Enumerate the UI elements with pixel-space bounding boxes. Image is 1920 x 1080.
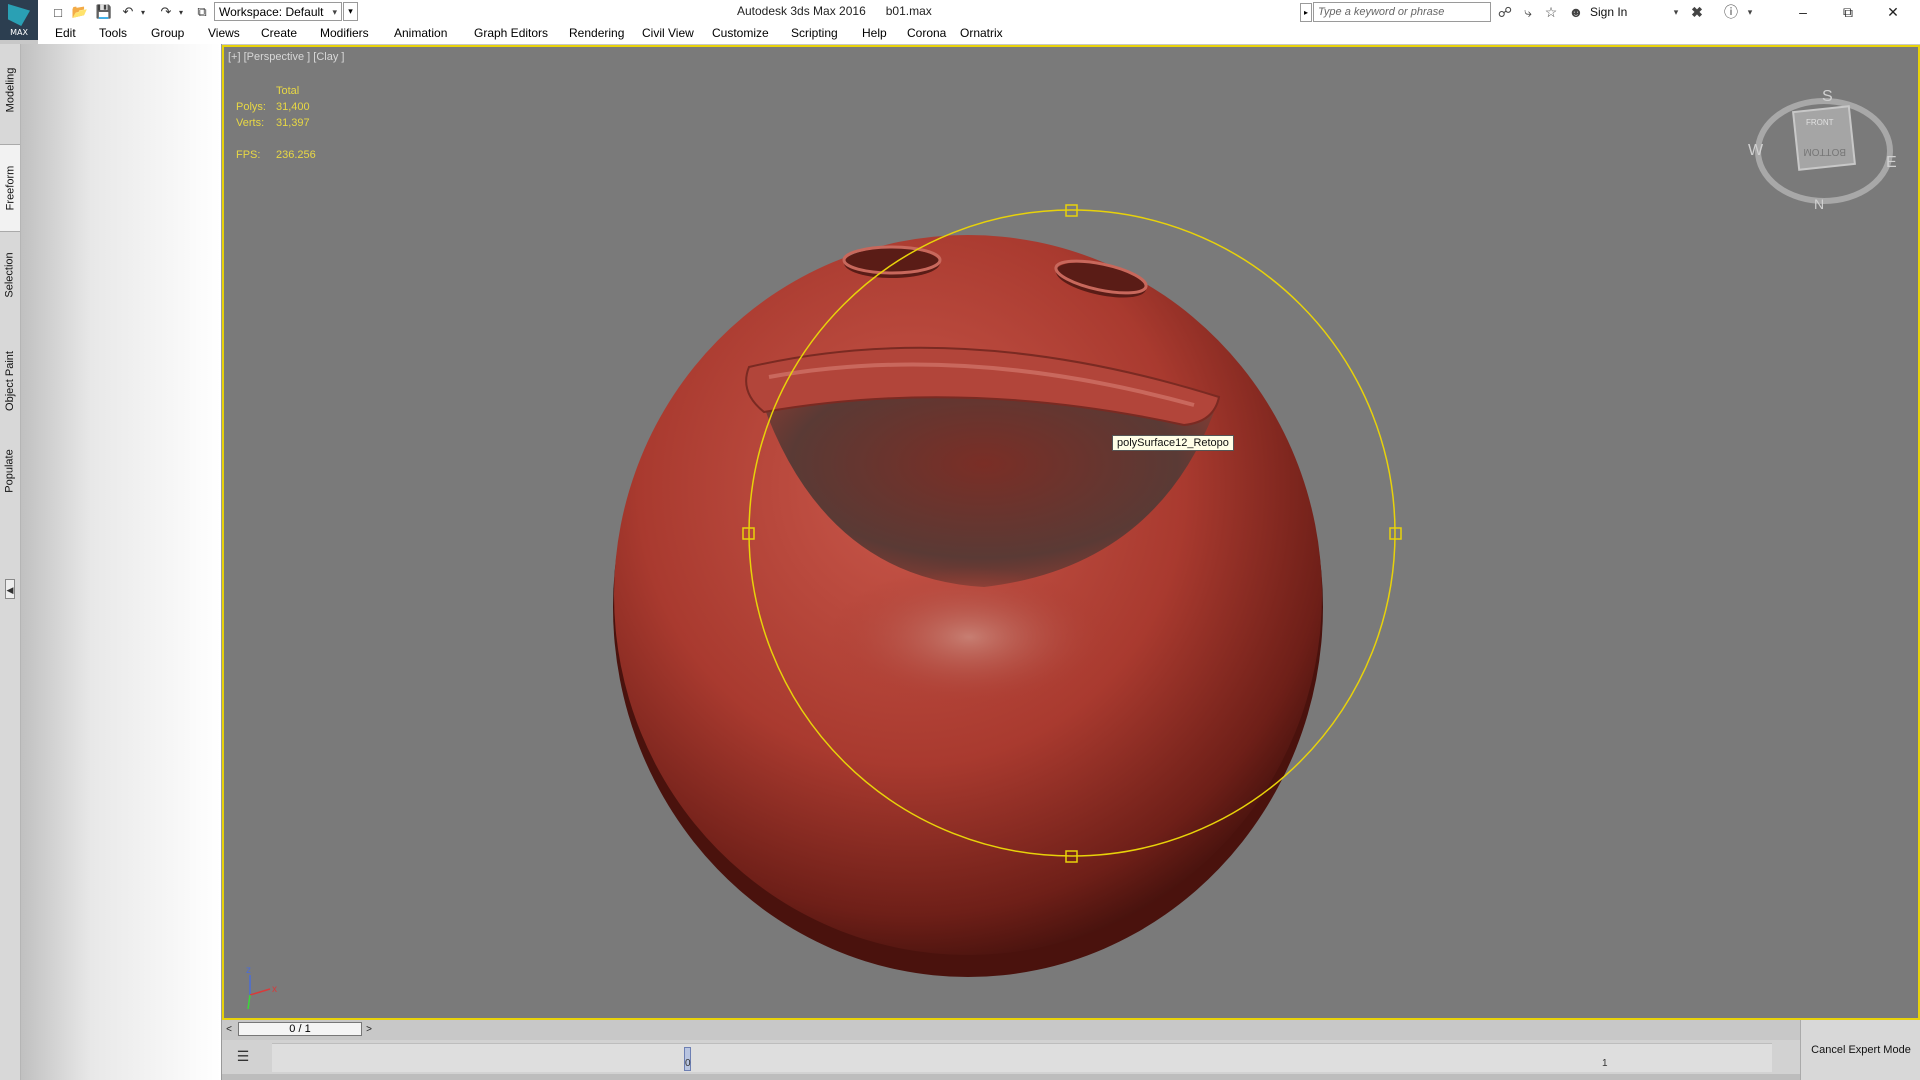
sign-in-button[interactable]: Sign In	[1590, 5, 1627, 19]
ribbon-panel	[21, 44, 222, 1080]
redo-icon[interactable]: ↷	[156, 3, 176, 21]
window-title: Autodesk 3ds Max 2016 b01.max	[737, 4, 932, 18]
quick-access-customize-icon[interactable]: ▾	[343, 2, 358, 21]
menu-customize[interactable]: Customize	[712, 26, 769, 40]
undo-dropdown-icon[interactable]: ▾	[138, 3, 148, 21]
menu-modifiers[interactable]: Modifiers	[320, 26, 369, 40]
save-file-icon[interactable]: 💾	[94, 3, 114, 21]
z-axis-label: z	[246, 965, 251, 976]
menu-graph-editors[interactable]: Graph Editors	[474, 26, 548, 40]
title-bar: MAX □ 📂 💾 ↶ ▾ ↷ ▾ ⧉ Workspace: Default ▾…	[0, 0, 1920, 40]
compass-s: S	[1822, 88, 1833, 105]
fps-value: 236.256	[276, 149, 316, 161]
fps-label: FPS:	[236, 149, 261, 161]
favorites-star-icon[interactable]: ☆	[1541, 3, 1561, 21]
track-end-label: 1	[1602, 1058, 1608, 1069]
compass-e: E	[1886, 154, 1897, 171]
menu-views[interactable]: Views	[208, 26, 240, 40]
menu-animation[interactable]: Animation	[394, 26, 447, 40]
track-area[interactable]: 0 1	[272, 1043, 1772, 1072]
time-slider-prev-button[interactable]: <	[222, 1023, 236, 1036]
tab-populate-label: Populate	[4, 449, 16, 493]
polys-value: 31,400	[276, 101, 310, 113]
y-axis-line	[247, 994, 251, 1010]
search-expand-icon[interactable]: ▸	[1300, 3, 1312, 22]
viewcube-face-front: FRONT	[1806, 118, 1834, 127]
time-slider: < 0 / 1 >	[222, 1020, 1800, 1038]
polys-label: Polys:	[236, 101, 266, 113]
exchange-apps-icon[interactable]: ✖	[1687, 3, 1707, 21]
status-strip	[222, 1074, 1800, 1080]
workspace-label: Workspace: Default	[219, 5, 324, 19]
menu-edit[interactable]: Edit	[55, 26, 76, 40]
tab-populate[interactable]: Populate	[0, 436, 20, 506]
menu-group[interactable]: Group	[151, 26, 184, 40]
tab-freeform-label: Freeform	[4, 165, 16, 211]
chevron-down-icon: ▾	[332, 7, 337, 17]
menu-corona[interactable]: Corona	[907, 26, 946, 40]
stats-header: Total	[276, 85, 300, 97]
time-slider-next-button[interactable]: >	[362, 1023, 376, 1036]
time-slider-thumb[interactable]: 0 / 1	[238, 1022, 362, 1036]
menu-ornatrix[interactable]: Ornatrix	[960, 26, 1003, 40]
new-file-icon[interactable]: □	[48, 3, 68, 21]
axis-tripod: z x	[246, 965, 277, 1010]
perspective-viewport[interactable]: FRONT BOTTOM S N W E z x [+] [Perspectiv…	[222, 45, 1920, 1020]
viewcube-box[interactable]	[1792, 105, 1856, 171]
help-icon[interactable]: ⓘ	[1721, 3, 1741, 21]
cancel-expert-mode-button[interactable]: Cancel Expert Mode	[1800, 1020, 1920, 1080]
user-icon[interactable]: ☻	[1566, 3, 1586, 21]
tab-modeling-label: Modeling	[4, 67, 17, 113]
app-logo-label: MAX	[10, 28, 28, 37]
search-input[interactable]: Type a keyword or phrase	[1313, 2, 1491, 22]
tab-modeling[interactable]: Modeling	[0, 60, 20, 120]
menu-help[interactable]: Help	[862, 26, 887, 40]
compass-n: N	[1814, 196, 1824, 212]
track-start-label: 0	[685, 1058, 691, 1069]
communication-center-icon[interactable]: ⤷	[1518, 3, 1538, 21]
restore-button[interactable]: ⧉	[1828, 2, 1868, 22]
viewport-label-menu[interactable]: [+] [Perspective ] [Clay ]	[228, 51, 344, 63]
viewcube-face-bottom: BOTTOM	[1803, 146, 1846, 157]
verts-value: 31,397	[276, 117, 310, 129]
menu-tools[interactable]: Tools	[99, 26, 127, 40]
tab-selection[interactable]: Selection	[0, 240, 20, 310]
undo-icon[interactable]: ↶	[118, 3, 138, 21]
track-bar: ☰ 0 1	[222, 1040, 1800, 1074]
menu-create[interactable]: Create	[261, 26, 297, 40]
redo-dropdown-icon[interactable]: ▾	[176, 3, 186, 21]
x-axis-label: x	[272, 984, 277, 995]
curve-editor-icon[interactable]: ☰	[234, 1047, 252, 1065]
object-name-tooltip: polySurface12_Retopo	[1112, 435, 1234, 451]
minimize-button[interactable]: –	[1783, 2, 1823, 22]
3dsmax-logo-icon	[8, 4, 30, 26]
binoculars-icon[interactable]: ☍	[1495, 3, 1515, 21]
ribbon-tab-strip: Modeling Freeform Selection Object Paint…	[0, 44, 21, 1080]
app-menu-button[interactable]: MAX	[0, 0, 38, 40]
menu-scripting[interactable]: Scripting	[791, 26, 838, 40]
viewport-scene: FRONT BOTTOM S N W E z x	[246, 88, 1897, 1010]
chin-highlight	[829, 567, 1109, 707]
tab-freeform[interactable]: Freeform	[0, 144, 20, 232]
tab-object-paint[interactable]: Object Paint	[0, 336, 20, 426]
tab-object-paint-label: Object Paint	[4, 351, 17, 411]
sign-in-dropdown-icon[interactable]: ▾	[1666, 3, 1686, 21]
tab-selection-label: Selection	[4, 252, 17, 298]
help-dropdown-icon[interactable]: ▾	[1740, 3, 1760, 21]
open-file-icon[interactable]: 📂	[70, 3, 90, 21]
ribbon-collapse-icon[interactable]: ◀	[5, 579, 15, 599]
viewcube[interactable]: FRONT BOTTOM S N W E	[1748, 88, 1897, 212]
project-folder-icon[interactable]: ⧉	[192, 3, 212, 21]
menu-bar: Edit Tools Group Views Create Modifiers …	[38, 25, 1920, 44]
x-axis-line	[249, 988, 271, 996]
menu-civil-view[interactable]: Civil View	[642, 26, 694, 40]
workspace-dropdown[interactable]: Workspace: Default ▾	[214, 2, 342, 21]
viewport-statistics: Total Polys: 31,400 Verts: 31,397 FPS: 236.…	[236, 83, 316, 163]
verts-label: Verts:	[236, 117, 265, 129]
close-button[interactable]: ✕	[1873, 2, 1913, 22]
compass-w: W	[1748, 142, 1764, 159]
menu-rendering[interactable]: Rendering	[569, 26, 624, 40]
